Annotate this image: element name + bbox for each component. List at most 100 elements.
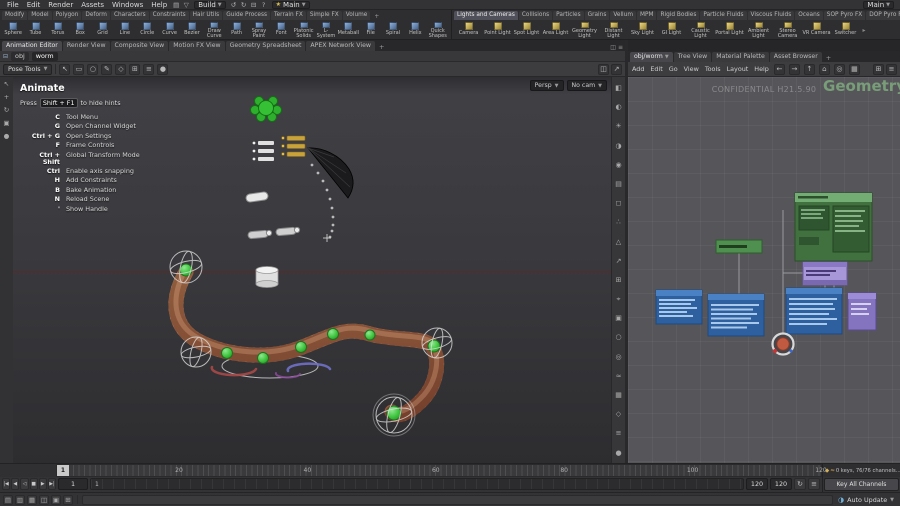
- shelf-tool[interactable]: Quick Shapes: [427, 21, 449, 39]
- shading-mode-icon[interactable]: ◐: [615, 98, 621, 117]
- menu-item[interactable]: Windows: [108, 0, 147, 10]
- range-end-field[interactable]: 120: [746, 478, 768, 490]
- scale-tool-icon[interactable]: ▣: [3, 119, 9, 128]
- frame-range-slider[interactable]: 1: [90, 478, 744, 490]
- grid-icon[interactable]: ⊞: [616, 271, 622, 290]
- shelf-tool[interactable]: L-System: [315, 21, 337, 39]
- shelf-tool[interactable]: Spiral: [382, 21, 404, 39]
- forward-icon[interactable]: →: [789, 64, 800, 75]
- play-button[interactable]: ▶: [39, 478, 47, 490]
- shelf-tab[interactable]: Oceans: [795, 11, 823, 20]
- shelf-tool[interactable]: Area Light: [541, 21, 570, 39]
- node-blue-panel[interactable]: [708, 294, 764, 336]
- shelf-tab[interactable]: Characters: [111, 11, 149, 20]
- shelf-tab[interactable]: Model: [28, 11, 51, 20]
- find-node-icon[interactable]: ◎: [834, 64, 845, 75]
- view-pin-icon[interactable]: ○: [615, 328, 621, 347]
- undo-icon[interactable]: ↺: [229, 0, 239, 10]
- desktop-right-selector[interactable]: Main ▼: [863, 1, 894, 9]
- snap-toggle-icon[interactable]: ◇: [115, 64, 126, 75]
- node-blue-panel[interactable]: [786, 288, 842, 334]
- lasso-pick-icon[interactable]: ○: [87, 64, 98, 75]
- shelf-tool[interactable]: Camera: [454, 21, 483, 39]
- texture-icon[interactable]: ▤: [615, 175, 622, 194]
- pane-tab[interactable]: Material Palette: [712, 52, 769, 62]
- network-menu-item[interactable]: Layout: [726, 65, 750, 73]
- home-network-icon[interactable]: ⌂: [819, 64, 830, 75]
- back-icon[interactable]: ←: [774, 64, 785, 75]
- shelf-tab[interactable]: Rigid Bodies: [657, 11, 699, 20]
- lighting-icon[interactable]: ☀: [615, 117, 621, 136]
- shelf-tab[interactable]: Guide Process: [223, 11, 270, 20]
- fog-icon[interactable]: ≈: [616, 367, 622, 386]
- shelf-tool[interactable]: Draw Curve: [203, 21, 225, 39]
- memory-icon[interactable]: ▦: [27, 495, 37, 505]
- shelf-tool[interactable]: Tube: [24, 21, 46, 39]
- pose-tools-dropdown[interactable]: Pose Tools ▼: [3, 64, 52, 75]
- shelf-tool[interactable]: Geometry Light: [570, 21, 599, 39]
- shelf-tab[interactable]: Collisions: [519, 11, 552, 20]
- node-purple[interactable]: [803, 262, 847, 285]
- up-level-icon[interactable]: ↑: [804, 64, 815, 75]
- shelf-tool[interactable]: Caustic Light: [686, 21, 715, 39]
- camera-lock-icon[interactable]: ▣: [615, 309, 622, 328]
- shelf-tool[interactable]: Torus: [47, 21, 69, 39]
- shelf-tab[interactable]: Deform: [82, 11, 110, 20]
- move-tool-icon[interactable]: +: [4, 93, 9, 102]
- shelf-tool[interactable]: Helix: [404, 21, 426, 39]
- shelf-tab[interactable]: Modify: [2, 11, 27, 20]
- shelf-tool[interactable]: Point Light: [483, 21, 512, 39]
- node-green-small[interactable]: [716, 240, 762, 253]
- pane-tab[interactable]: Render View: [63, 41, 110, 51]
- shelf-tool[interactable]: Stereo Camera: [773, 21, 802, 39]
- fan-handle-widget[interactable]: [308, 148, 353, 198]
- shelf-tool[interactable]: Switcher: [831, 21, 860, 39]
- control-sphere[interactable]: [296, 342, 307, 353]
- shelf-tab[interactable]: SOP Pyro FX: [824, 11, 865, 20]
- shelf-tab[interactable]: Vellum: [610, 11, 636, 20]
- cook-stats-icon[interactable]: ▥: [15, 495, 25, 505]
- redo-icon[interactable]: ↻: [239, 0, 249, 10]
- shadow-icon[interactable]: ◑: [615, 137, 621, 156]
- playbar-options-icon[interactable]: ≡: [808, 478, 820, 490]
- playhead[interactable]: 1: [57, 465, 69, 476]
- scene-selector[interactable]: ★ Main ▼: [272, 1, 310, 9]
- save-scene-icon[interactable]: ▽: [181, 0, 191, 10]
- background-icon[interactable]: ▦: [615, 386, 622, 405]
- network-menu-item[interactable]: View: [683, 65, 700, 73]
- grid-snap-network-icon[interactable]: ⊞: [873, 64, 884, 75]
- expand-pane-icon[interactable]: ↗: [611, 64, 622, 75]
- loop-mode-icon[interactable]: ↻: [794, 478, 806, 490]
- network-menu-item[interactable]: Edit: [649, 65, 663, 73]
- shelf-tab[interactable]: Viscous Fluids: [748, 11, 795, 20]
- shelf-tab[interactable]: Terrain FX: [271, 11, 306, 20]
- help-icon[interactable]: ?: [259, 0, 269, 10]
- update-mode-selector[interactable]: ◑ Auto Update ▼: [835, 496, 897, 504]
- shelf-tab[interactable]: Hair Utils: [190, 11, 223, 20]
- normals-icon[interactable]: △: [616, 233, 621, 252]
- list-mode-icon[interactable]: ≡: [143, 64, 154, 75]
- play-reverse-button[interactable]: ◁: [20, 478, 28, 490]
- message-log-icon[interactable]: ▤: [3, 495, 13, 505]
- handle-visibility-icon[interactable]: ▣: [51, 495, 61, 505]
- network-canvas[interactable]: CONFIDENTIAL H21.5.90 Geometry: [628, 77, 900, 463]
- shelf-scroll-button[interactable]: ▸: [860, 21, 868, 39]
- view-layout-icon[interactable]: ◧: [615, 79, 622, 98]
- snapshot-view-icon[interactable]: ◎: [615, 348, 621, 367]
- channel-list-widget[interactable]: [253, 141, 274, 161]
- shelf-tool[interactable]: Spray Paint: [248, 21, 270, 39]
- points-icon[interactable]: ∴: [616, 213, 620, 232]
- brush-pick-icon[interactable]: ✎: [101, 64, 112, 75]
- camera-selector[interactable]: No cam ▼: [567, 80, 607, 91]
- select-arrow-icon[interactable]: ↖: [59, 64, 70, 75]
- keyed-channel-list-widget[interactable]: [282, 136, 305, 157]
- shelf-tool[interactable]: Path: [225, 21, 247, 39]
- shelf-tool[interactable]: GI Light: [657, 21, 686, 39]
- control-sphere[interactable]: [180, 264, 192, 276]
- shelf-tab[interactable]: Simple FX: [307, 11, 342, 20]
- pane-menu-icon[interactable]: ≡: [618, 44, 623, 51]
- menu-item[interactable]: Render: [44, 0, 77, 10]
- network-path-tab[interactable]: obj/worm ▼: [630, 52, 673, 62]
- shelf-tool[interactable]: Font: [270, 21, 292, 39]
- rig-gear-widget[interactable]: [251, 97, 282, 122]
